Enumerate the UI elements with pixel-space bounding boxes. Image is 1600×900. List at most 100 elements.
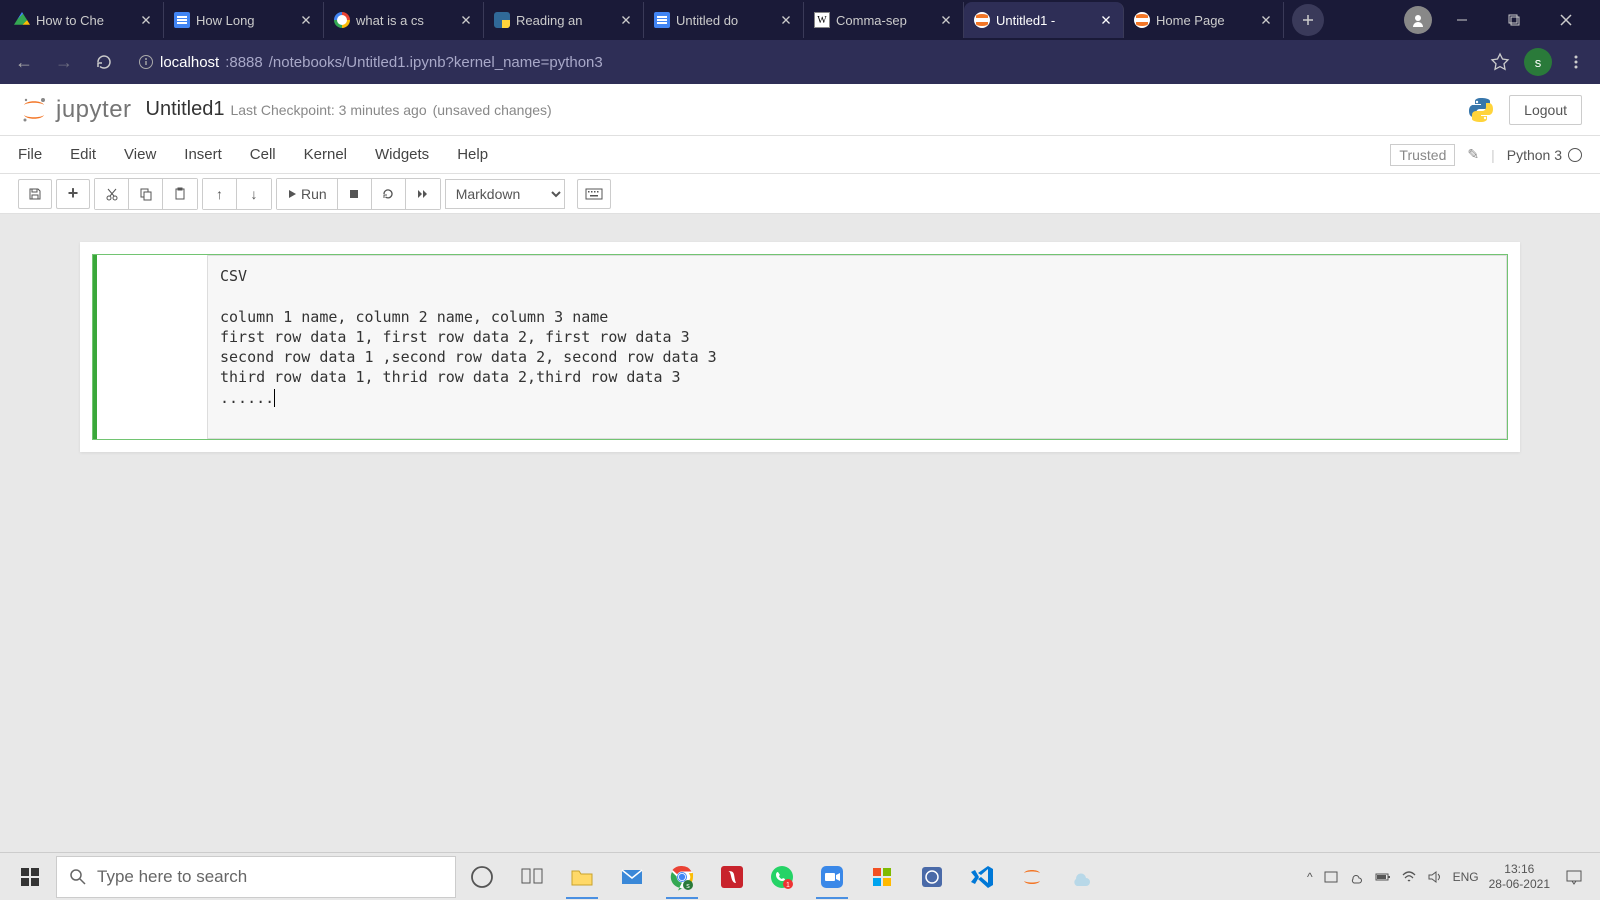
app-button[interactable]	[908, 855, 956, 899]
onedrive-icon[interactable]	[1349, 869, 1365, 885]
menu-insert[interactable]: Insert	[184, 146, 222, 163]
cut-copy-paste-group	[94, 178, 198, 210]
save-button[interactable]	[18, 179, 52, 209]
menu-view[interactable]: View	[124, 146, 156, 163]
menu-file[interactable]: File	[18, 146, 42, 163]
task-view-button[interactable]	[508, 855, 556, 899]
vscode-button[interactable]	[958, 855, 1006, 899]
zoom-button[interactable]	[808, 855, 856, 899]
volume-icon[interactable]	[1427, 869, 1443, 885]
menu-widgets[interactable]: Widgets	[375, 146, 429, 163]
restart-button[interactable]	[372, 179, 406, 209]
jupyter-app-button[interactable]	[1008, 855, 1056, 899]
restart-run-all-button[interactable]	[406, 179, 440, 209]
wifi-icon[interactable]	[1401, 869, 1417, 885]
copy-icon	[139, 187, 153, 201]
jupyter-toolbar: + ↑ ↓ Run Markdown	[0, 174, 1600, 214]
browser-menu-button[interactable]	[1560, 46, 1592, 78]
touchpad-icon[interactable]	[1323, 869, 1339, 885]
browser-tab-2[interactable]: what is a cs	[324, 2, 484, 38]
close-icon[interactable]	[299, 13, 313, 27]
task-view-icon	[518, 863, 546, 891]
play-icon	[287, 189, 297, 199]
python-icon	[1465, 94, 1497, 126]
language-indicator[interactable]: ENG	[1453, 870, 1479, 884]
docs-icon	[174, 12, 190, 28]
close-icon[interactable]	[1099, 13, 1113, 27]
tray-chevron-icon[interactable]: ^	[1307, 870, 1313, 884]
file-explorer-button[interactable]	[558, 855, 606, 899]
move-down-button[interactable]: ↓	[237, 179, 271, 209]
browser-tab-0[interactable]: How to Che	[4, 2, 164, 38]
kernel-indicator[interactable]: Python 3	[1507, 147, 1582, 163]
cell-editor[interactable]: CSV column 1 name, column 2 name, column…	[207, 255, 1507, 439]
markdown-cell[interactable]: CSV column 1 name, column 2 name, column…	[92, 254, 1508, 440]
notebook-title[interactable]: Untitled1	[146, 98, 225, 121]
browser-tab-7[interactable]: Home Page	[1124, 2, 1284, 38]
browser-tab-1[interactable]: How Long	[164, 2, 324, 38]
stop-button[interactable]	[338, 179, 372, 209]
browser-tab-4[interactable]: Untitled do	[644, 2, 804, 38]
notifications-button[interactable]	[1560, 863, 1588, 891]
menu-edit[interactable]: Edit	[70, 146, 96, 163]
checkpoint-text: Last Checkpoint: 3 minutes ago	[230, 102, 426, 118]
browser-tab-5[interactable]: W Comma-sep	[804, 2, 964, 38]
close-icon[interactable]	[779, 13, 793, 27]
taskbar-search[interactable]: Type here to search	[56, 856, 456, 898]
window-controls	[1404, 2, 1596, 38]
mail-button[interactable]	[608, 855, 656, 899]
cell-type-select[interactable]: Markdown	[445, 179, 565, 209]
back-button[interactable]: ←	[8, 46, 40, 78]
menu-cell[interactable]: Cell	[250, 146, 276, 163]
profile-badge-icon[interactable]	[1404, 6, 1432, 34]
tab-title: Reading an	[516, 13, 613, 28]
logout-button[interactable]: Logout	[1509, 95, 1582, 125]
tab-title: Untitled do	[676, 13, 773, 28]
copy-button[interactable]	[129, 179, 163, 209]
close-window-button[interactable]	[1544, 2, 1588, 38]
whatsapp-button[interactable]: 1	[758, 855, 806, 899]
maximize-button[interactable]	[1492, 2, 1536, 38]
kebab-icon	[1568, 54, 1584, 70]
paste-button[interactable]	[163, 179, 197, 209]
close-icon[interactable]	[139, 13, 153, 27]
weather-button[interactable]	[1058, 855, 1106, 899]
profile-avatar[interactable]: s	[1524, 48, 1552, 76]
ms-store-button[interactable]	[858, 855, 906, 899]
acrobat-button[interactable]	[708, 855, 756, 899]
new-tab-button[interactable]	[1292, 4, 1324, 36]
browser-tab-3[interactable]: Reading an	[484, 2, 644, 38]
notification-icon	[1565, 868, 1583, 886]
pencil-icon[interactable]: ✎	[1467, 146, 1479, 163]
move-up-button[interactable]: ↑	[203, 179, 237, 209]
cut-button[interactable]	[95, 179, 129, 209]
reload-button[interactable]	[88, 46, 120, 78]
separator: |	[1491, 147, 1495, 163]
clock[interactable]: 13:16 28-06-2021	[1489, 862, 1550, 891]
menu-kernel[interactable]: Kernel	[304, 146, 347, 163]
close-icon[interactable]	[939, 13, 953, 27]
menu-help[interactable]: Help	[457, 146, 488, 163]
save-icon	[28, 187, 42, 201]
chrome-button[interactable]: s	[658, 855, 706, 899]
close-icon[interactable]	[1259, 13, 1273, 27]
cortana-button[interactable]	[458, 855, 506, 899]
star-icon	[1490, 52, 1510, 72]
bookmark-button[interactable]	[1484, 46, 1516, 78]
add-cell-button[interactable]: +	[56, 179, 90, 209]
battery-icon[interactable]	[1375, 869, 1391, 885]
close-icon[interactable]	[459, 13, 473, 27]
jupyter-menubar: File Edit View Insert Cell Kernel Widget…	[0, 136, 1600, 174]
close-icon[interactable]	[619, 13, 633, 27]
browser-tab-6[interactable]: Untitled1 -	[964, 2, 1124, 38]
keyboard-icon	[585, 188, 603, 200]
start-button[interactable]	[6, 855, 54, 899]
forward-button[interactable]: →	[48, 46, 80, 78]
trusted-badge[interactable]: Trusted	[1390, 144, 1455, 166]
url-field[interactable]: localhost:8888/notebooks/Untitled1.ipynb…	[128, 46, 1476, 78]
command-palette-button[interactable]	[577, 179, 611, 209]
jupyter-logo[interactable]: jupyter	[18, 94, 132, 126]
run-button[interactable]: Run	[277, 179, 338, 209]
cell-prompt	[97, 255, 207, 439]
minimize-button[interactable]	[1440, 2, 1484, 38]
